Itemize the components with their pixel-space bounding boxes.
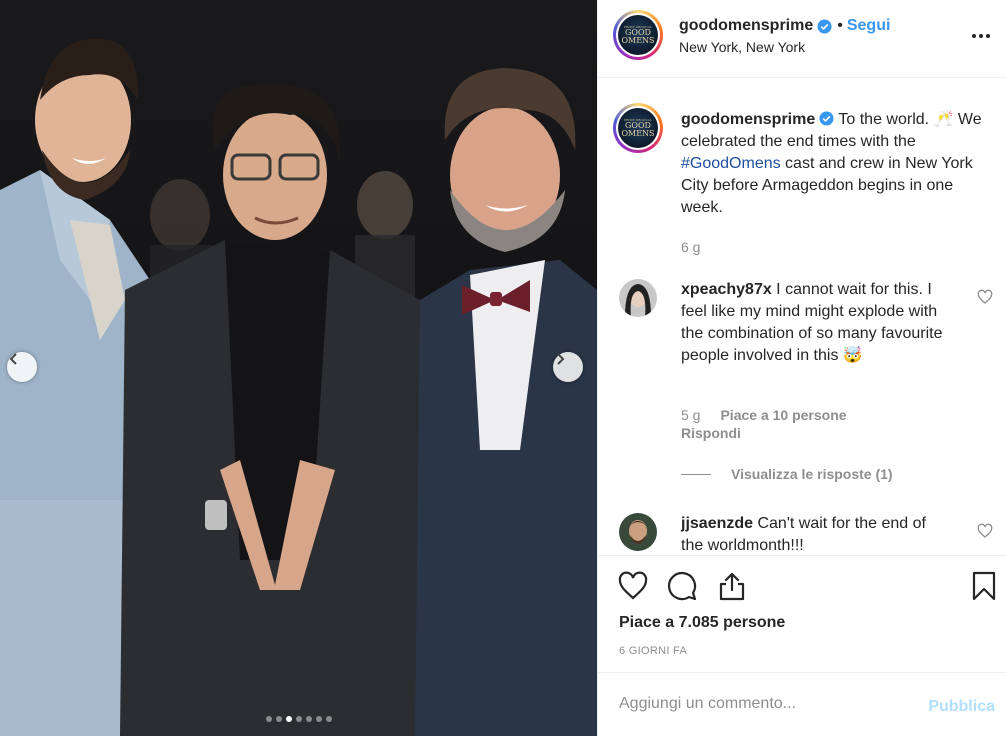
avatar-image <box>619 513 657 551</box>
commenter-avatar[interactable] <box>619 513 657 551</box>
verified-badge-icon <box>817 18 832 34</box>
carousel-dot <box>295 716 302 722</box>
carousel-dot <box>265 716 272 722</box>
commenter-avatar[interactable] <box>619 279 657 317</box>
previous-slide-button[interactable] <box>7 352 37 382</box>
comment-text: jjsaenzde Can't wait for the end of the … <box>681 513 951 555</box>
verified-badge-icon <box>819 111 834 126</box>
hashtag-link[interactable]: #GoodOmens <box>681 155 781 172</box>
view-replies-label: Visualizza le risposte (1) <box>731 466 893 482</box>
post-photo[interactable] <box>0 0 597 736</box>
carousel-dot <box>275 716 282 722</box>
publish-button[interactable]: Pubblica <box>928 698 995 716</box>
author-avatar[interactable]: PRIME ORIGINAL GOOD OMENS <box>613 10 663 60</box>
follow-separator: • <box>837 17 843 34</box>
post-actions: Piace a 7.085 persone 6 GIORNI FA <box>598 555 1006 672</box>
chevron-right-icon <box>557 353 565 365</box>
author-username[interactable]: goodomensprime <box>679 17 813 35</box>
bookmark-icon[interactable] <box>968 570 1000 602</box>
commenter-username[interactable]: jjsaenzde <box>681 515 753 532</box>
caption-timestamp[interactable]: 6 g <box>681 239 700 255</box>
caption-author-avatar[interactable]: PRIME ORIGINAL GOOD OMENS <box>613 103 663 153</box>
commenter-username[interactable]: xpeachy87x <box>681 281 772 298</box>
post-header: PRIME ORIGINAL GOOD OMENS goodomensprime… <box>598 0 1006 78</box>
more-options-button[interactable] <box>969 24 993 48</box>
share-icon[interactable] <box>716 570 748 602</box>
replies-divider <box>681 473 711 475</box>
carousel-indicator <box>0 716 597 722</box>
photo-illustration <box>0 38 597 736</box>
more-dots-icon <box>972 34 990 38</box>
view-replies-button[interactable]: Visualizza le risposte (1) <box>681 466 893 482</box>
post-details-panel: PRIME ORIGINAL GOOD OMENS goodomensprime… <box>597 0 1006 736</box>
good-omens-logo: PRIME ORIGINAL GOOD OMENS <box>618 108 658 148</box>
avatar-image <box>619 279 657 317</box>
carousel-dot <box>305 716 312 722</box>
caption-username[interactable]: goodomensprime <box>681 111 815 128</box>
carousel-dot <box>285 716 292 722</box>
comment-input[interactable] <box>619 695 919 713</box>
caption-text: goodomensprime To the world. 🥂 We celebr… <box>681 109 993 219</box>
good-omens-logo: PRIME ORIGINAL GOOD OMENS <box>618 15 658 55</box>
likes-count[interactable]: Piace a 7.085 persone <box>619 614 785 632</box>
like-comment-heart-icon[interactable] <box>977 523 993 539</box>
comment-composer: Pubblica <box>598 672 1006 736</box>
next-slide-button[interactable] <box>553 352 583 382</box>
comments-section[interactable]: PRIME ORIGINAL GOOD OMENS goodomensprime… <box>598 79 1006 555</box>
post-timestamp[interactable]: 6 GIORNI FA <box>619 645 687 657</box>
comment-timestamp[interactable]: 5 g <box>681 407 700 423</box>
comment-bubble-icon[interactable] <box>666 570 698 602</box>
follow-button[interactable]: Segui <box>847 17 891 35</box>
like-comment-heart-icon[interactable] <box>977 289 993 305</box>
chevron-left-icon <box>9 353 17 365</box>
carousel-dot <box>325 716 332 722</box>
like-heart-icon[interactable] <box>617 570 649 602</box>
reply-button[interactable]: Rispondi <box>681 425 741 441</box>
comment-text: xpeachy87x I cannot wait for this. I fee… <box>681 279 951 367</box>
carousel-dot <box>315 716 322 722</box>
comment-likes[interactable]: Piace a 10 persone <box>720 407 846 423</box>
post-location[interactable]: New York, New York <box>679 39 805 55</box>
comment-meta: 5 g Piace a 10 persone <box>681 407 847 423</box>
